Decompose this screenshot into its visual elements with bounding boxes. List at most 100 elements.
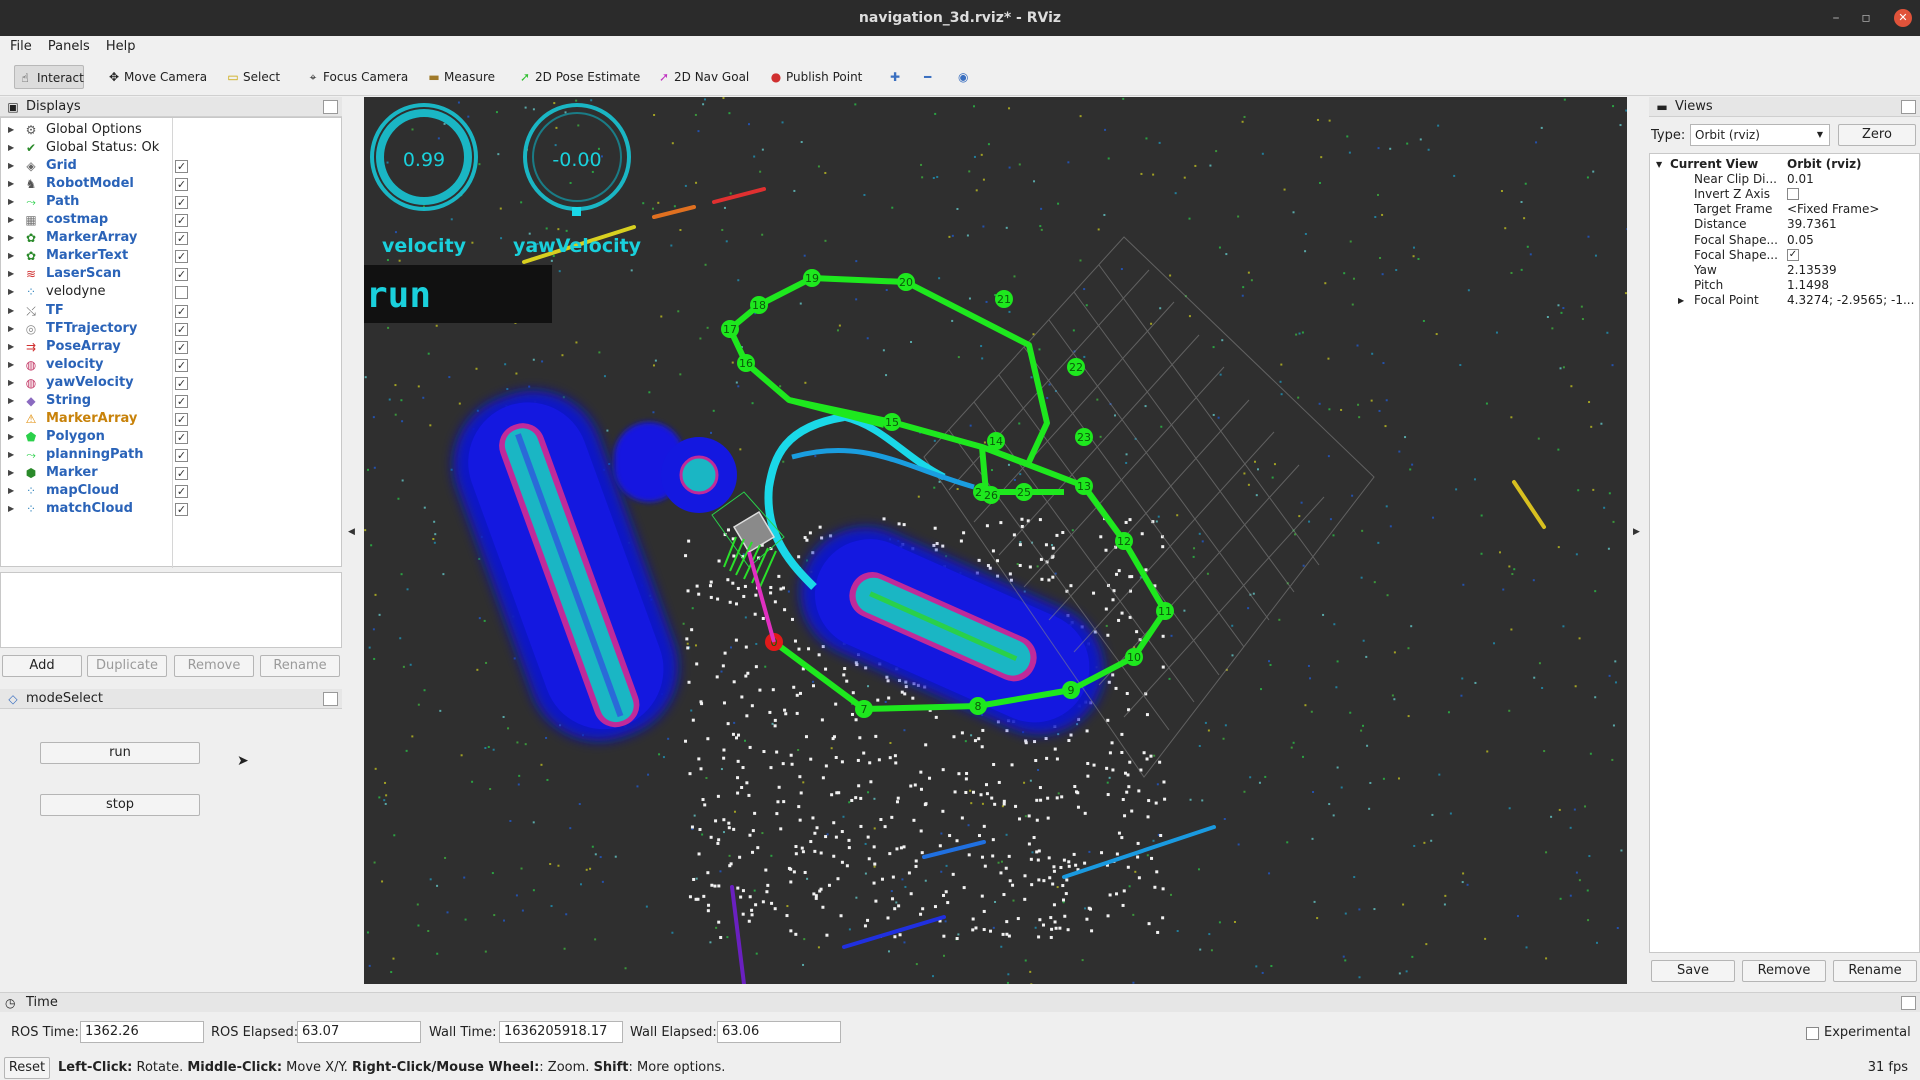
display-item[interactable]: ▶ ⤳ Path ✓ — [1, 193, 341, 211]
view-property-checkbox[interactable] — [1787, 188, 1799, 201]
display-enabled-checkbox[interactable]: ✓ — [175, 160, 188, 174]
rename-display-button[interactable]: Rename — [260, 655, 340, 677]
display-enabled-checkbox[interactable]: ✓ — [175, 250, 188, 264]
menu-panels[interactable]: Panels — [38, 36, 90, 58]
expand-arrow-icon[interactable]: ▶ — [8, 446, 14, 464]
view-property-row[interactable]: Invert Z Axis — [1650, 187, 1920, 202]
add-display-button[interactable]: Add — [2, 655, 82, 677]
expand-arrow-icon[interactable]: ▶ — [8, 338, 14, 356]
expand-arrow-icon[interactable]: ▼ — [1656, 157, 1662, 172]
expand-arrow-icon[interactable]: ▶ — [8, 121, 14, 139]
display-item[interactable]: ▶ ⁘ velodyne — [1, 283, 341, 301]
display-enabled-checkbox[interactable]: ✓ — [175, 466, 188, 480]
collapse-right-icon[interactable]: ▶ — [1633, 527, 1640, 537]
display-item[interactable]: ▶ ⁘ mapCloud ✓ — [1, 482, 341, 500]
display-enabled-checkbox[interactable]: ✓ — [175, 412, 188, 426]
view-property-value[interactable]: 0.01 — [1787, 172, 1814, 187]
left-dock-splitter[interactable]: ◀ — [342, 97, 364, 984]
display-item[interactable]: ▶ ⤳ planningPath ✓ — [1, 446, 341, 464]
display-enabled-checkbox[interactable]: ✓ — [175, 232, 188, 246]
collapse-left-icon[interactable]: ◀ — [348, 527, 355, 537]
right-dock-splitter[interactable]: ▶ — [1627, 97, 1649, 984]
display-item[interactable]: ▶ ◎ TFTrajectory ✓ — [1, 320, 341, 338]
view-property-value[interactable]: 39.7361 — [1787, 217, 1837, 232]
view-property-row[interactable]: Pitch 1.1498 — [1650, 278, 1920, 293]
display-enabled-checkbox[interactable]: ✓ — [175, 394, 188, 408]
display-enabled-checkbox[interactable]: ✓ — [175, 376, 188, 390]
view-property-value[interactable]: 2.13539 — [1787, 263, 1837, 278]
maximize-icon[interactable]: ▫ — [1852, 0, 1880, 36]
save-view-button[interactable]: Save — [1651, 960, 1735, 982]
view-property-value[interactable]: 4.3274; -2.9565; -1... — [1787, 293, 1914, 308]
expand-arrow-icon[interactable]: ▶ — [8, 175, 14, 193]
display-item[interactable]: ▶ ◈ Grid ✓ — [1, 157, 341, 175]
close-icon[interactable]: ✕ — [1894, 9, 1912, 27]
tool-properties-icon[interactable]: ◉ — [958, 65, 968, 89]
view-property-row[interactable]: Distance 39.7361 — [1650, 217, 1920, 232]
expand-arrow-icon[interactable]: ▶ — [1678, 293, 1684, 308]
view-property-row[interactable]: Near Clip Di... 0.01 — [1650, 172, 1920, 187]
view-property-value[interactable]: <Fixed Frame> — [1787, 202, 1879, 217]
display-item[interactable]: ▶ ✿ MarkerArray ✓ — [1, 229, 341, 247]
expand-arrow-icon[interactable]: ▶ — [8, 193, 14, 211]
display-enabled-checkbox[interactable]: ✓ — [175, 430, 188, 444]
scene-svg[interactable]: 07 8910111213141516171819 2021222324 2526 0… — [364, 97, 1627, 984]
display-item[interactable]: ▶ ▦ costmap ✓ — [1, 211, 341, 229]
interact-tool-button[interactable]: ☝ Interact — [14, 65, 84, 89]
expand-arrow-icon[interactable]: ▶ — [8, 139, 14, 157]
view-property-value[interactable]: 1.1498 — [1787, 278, 1829, 293]
display-item[interactable]: ▶ ◍ yawVelocity ✓ — [1, 374, 341, 392]
display-enabled-checkbox[interactable]: ✓ — [175, 214, 188, 228]
display-enabled-checkbox[interactable]: ✓ — [175, 322, 188, 336]
panel-float-button[interactable] — [323, 100, 338, 114]
pose-estimate-tool-button[interactable]: ➚ 2D Pose Estimate — [515, 65, 640, 89]
rename-view-button[interactable]: Rename — [1833, 960, 1917, 982]
expand-arrow-icon[interactable]: ▶ — [8, 410, 14, 428]
display-enabled-checkbox[interactable]: ✓ — [175, 178, 188, 192]
wall-elapsed-field[interactable]: 63.06 — [717, 1021, 841, 1043]
view-property-row[interactable]: Focal Point ▶ 4.3274; -2.9565; -1... — [1650, 293, 1920, 308]
run-button[interactable]: run — [40, 742, 200, 764]
view-property-row[interactable]: Focal Shape... ✓ — [1650, 248, 1920, 263]
expand-arrow-icon[interactable]: ▶ — [8, 247, 14, 265]
display-enabled-checkbox[interactable]: ✓ — [175, 448, 188, 462]
panel-float-button[interactable] — [1901, 100, 1916, 114]
display-item[interactable]: ▶ ⁘ matchCloud ✓ — [1, 500, 341, 518]
ros-time-field[interactable]: 1362.26 — [80, 1021, 204, 1043]
display-enabled-checkbox[interactable]: ✓ — [175, 340, 188, 354]
view-property-row[interactable]: Target Frame <Fixed Frame> — [1650, 202, 1920, 217]
menu-help[interactable]: Help — [96, 36, 136, 58]
display-enabled-checkbox[interactable]: ✓ — [175, 268, 188, 282]
duplicate-display-button[interactable]: Duplicate — [87, 655, 167, 677]
expand-arrow-icon[interactable]: ▶ — [8, 428, 14, 446]
display-item[interactable]: ▶ ⤯ TF ✓ — [1, 302, 341, 320]
display-item[interactable]: ▶ ≋ LaserScan ✓ — [1, 265, 341, 283]
display-item[interactable]: ▶ ◍ velocity ✓ — [1, 356, 341, 374]
view-property-row[interactable]: Current View ▼ Orbit (rviz) — [1650, 157, 1920, 172]
display-item[interactable]: ▶ ◆ String ✓ — [1, 392, 341, 410]
reset-button[interactable]: Reset — [4, 1057, 50, 1079]
expand-arrow-icon[interactable]: ▶ — [8, 320, 14, 338]
display-item[interactable]: ▶ ⬟ Polygon ✓ — [1, 428, 341, 446]
3d-render-viewport[interactable]: 0 7 8 9 10 11 12 13 14 15 16 17 18 19 20 21 22 23 24 25 26 0… — [364, 97, 1627, 984]
display-item[interactable]: ▶ ⚠ MarkerArray ✓ — [1, 410, 341, 428]
display-item[interactable]: ▶ ⬢ Marker ✓ — [1, 464, 341, 482]
expand-arrow-icon[interactable]: ▶ — [8, 464, 14, 482]
display-item[interactable]: ▶ ⇉ PoseArray ✓ — [1, 338, 341, 356]
panel-float-button[interactable] — [323, 692, 338, 706]
move-camera-tool-button[interactable]: ✥ Move Camera — [104, 65, 207, 89]
nav-goal-tool-button[interactable]: ➚ 2D Nav Goal — [654, 65, 749, 89]
display-enabled-checkbox[interactable] — [175, 286, 188, 300]
expand-arrow-icon[interactable]: ▶ — [8, 229, 14, 247]
expand-arrow-icon[interactable]: ▶ — [8, 157, 14, 175]
view-property-value[interactable]: Orbit (rviz) — [1787, 157, 1862, 172]
expand-arrow-icon[interactable]: ▶ — [8, 302, 14, 320]
expand-arrow-icon[interactable]: ▶ — [8, 482, 14, 500]
ros-elapsed-field[interactable]: 63.07 — [297, 1021, 421, 1043]
add-tool-icon[interactable]: ✚ — [890, 65, 900, 89]
display-enabled-checkbox[interactable]: ✓ — [175, 358, 188, 372]
view-property-row[interactable]: Focal Shape... 0.05 — [1650, 233, 1920, 248]
expand-arrow-icon[interactable]: ▶ — [8, 265, 14, 283]
experimental-checkbox[interactable] — [1806, 1027, 1819, 1040]
expand-arrow-icon[interactable]: ▶ — [8, 392, 14, 410]
